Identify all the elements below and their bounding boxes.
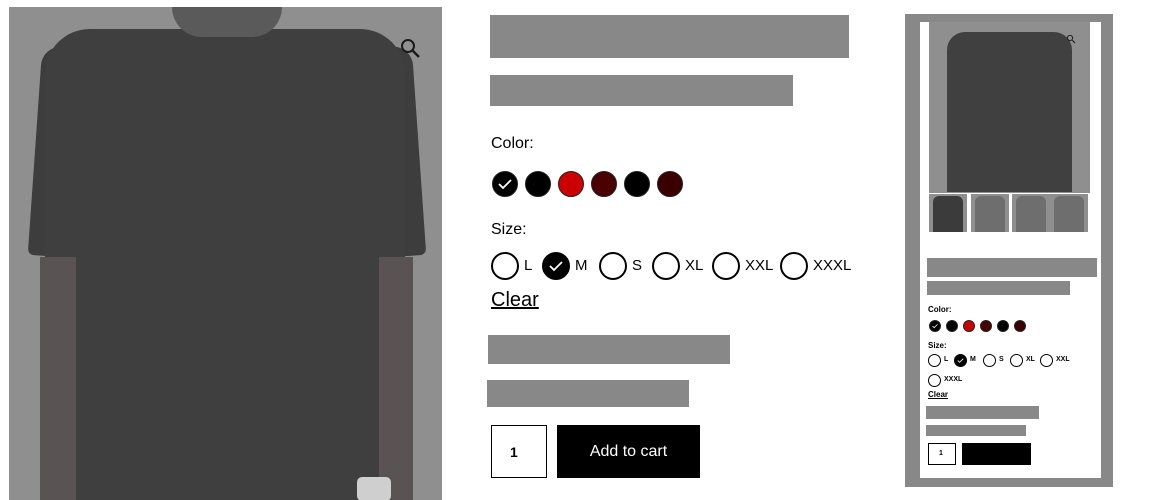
mini-size-option-label: L [944,356,949,363]
color-label: Color: [491,135,534,152]
mini-quantity-value: 1 [939,450,943,457]
mini-size-option-label: S [999,356,1004,363]
mini-clear-link[interactable]: Clear [928,390,948,399]
color-swatch-maroon[interactable] [591,171,617,197]
color-swatch-black-2[interactable] [525,171,551,197]
quantity-value: 1 [510,444,518,460]
shirt-body [45,29,405,500]
add-to-cart-button[interactable]: Add to cart [557,425,700,478]
mini-add-to-cart-button[interactable] [962,443,1031,465]
mini-size-option-label: XXXL [944,376,963,383]
size-radio[interactable] [491,252,519,280]
stock-status-placeholder [487,380,689,407]
model-watch [357,477,391,500]
mini-variation-price-placeholder [926,406,1039,419]
mini-size-radio[interactable] [1010,354,1023,367]
color-swatch-red[interactable] [558,171,584,197]
size-radio[interactable] [599,252,627,280]
size-option-label: XL [685,257,704,274]
mini-size-label: Size: [928,341,947,350]
mini-color-swatch-red[interactable] [963,320,975,332]
size-radio[interactable] [712,252,740,280]
mini-size-radio[interactable] [954,354,967,367]
size-option-label: XXL [745,257,774,274]
mini-size-radio[interactable] [983,354,996,367]
mini-price-placeholder [927,281,1070,295]
size-radio[interactable] [542,252,570,280]
mini-product-image[interactable] [929,22,1090,193]
size-label: Size: [491,221,527,238]
model-arm-right [379,257,413,500]
thumbnail-image [1054,196,1084,232]
size-radio[interactable] [780,252,808,280]
clear-link[interactable]: Clear [491,289,539,312]
thumbnail-image [933,196,963,232]
mini-size-radio[interactable] [1040,354,1053,367]
mini-color-swatch-black-3[interactable] [997,320,1009,332]
mini-quantity-input[interactable]: 1 [928,443,956,465]
thumbnail-2[interactable] [971,194,1009,232]
model-neck [172,7,282,37]
mini-color-swatch-maroon[interactable] [980,320,992,332]
mini-color-label: Color: [928,305,952,314]
thumbnail-4[interactable] [1050,194,1088,232]
color-swatch-black-3[interactable] [624,171,650,197]
size-radio[interactable] [652,252,680,280]
size-option-label: XXXL [813,257,852,274]
mini-size-option-label: XXL [1056,356,1070,363]
quantity-input[interactable]: 1 [491,425,547,478]
mini-title-placeholder [927,258,1097,277]
color-swatch-dark-maroon[interactable] [657,171,683,197]
thumbnail-image [1016,196,1046,232]
product-title-placeholder [490,15,849,58]
mini-size-radio[interactable] [928,354,941,367]
thumbnail-image [975,196,1005,232]
thumbnail-1[interactable] [929,194,967,232]
mini-stock-placeholder [926,425,1026,436]
mini-color-swatch-black[interactable] [929,320,941,332]
mini-size-radio[interactable] [928,374,941,387]
mini-size-option-label: XL [1026,356,1035,363]
size-option-label: M [575,257,588,274]
color-swatch-black[interactable] [492,171,518,197]
variation-price-placeholder [488,335,730,364]
thumbnail-3[interactable] [1012,194,1050,232]
mini-size-option-label: M [970,356,976,363]
size-option-label: L [524,257,533,274]
product-image[interactable] [9,7,442,500]
mini-color-swatch-dark-maroon[interactable] [1014,320,1026,332]
size-option-label: S [632,257,643,274]
mini-color-swatch-black-2[interactable] [946,320,958,332]
model-arm-left [40,257,76,500]
product-price-placeholder [490,75,793,106]
zoom-icon[interactable] [398,36,422,60]
mini-shirt [947,32,1072,192]
mini-zoom-icon[interactable] [1066,34,1076,44]
